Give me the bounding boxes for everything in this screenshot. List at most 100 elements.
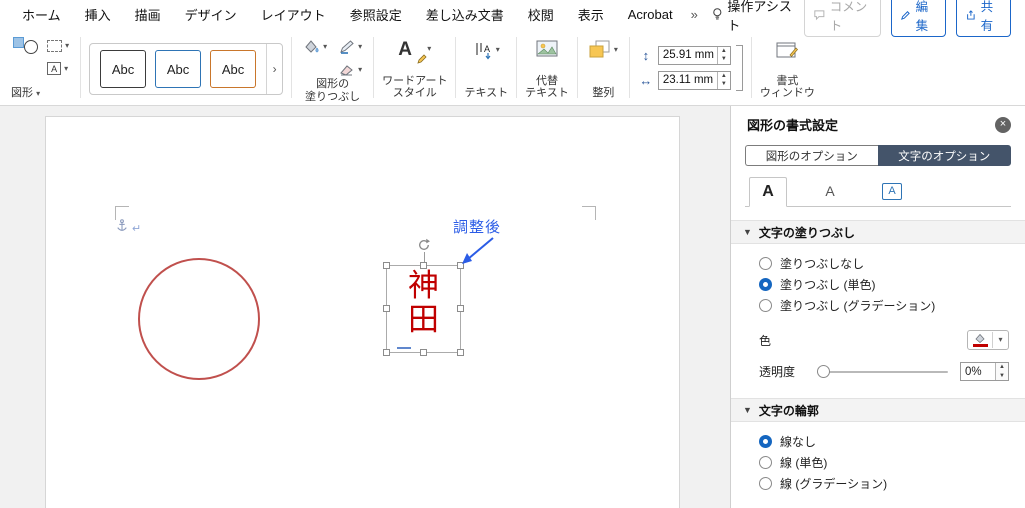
width-spinner[interactable]: ▲ ▼ bbox=[716, 71, 730, 89]
transparency-spinner[interactable]: ▲ ▼ bbox=[995, 363, 1008, 380]
red-circle-shape[interactable] bbox=[138, 258, 260, 380]
chevron-down-icon: ▾ bbox=[64, 63, 69, 73]
resize-handle-middle-right[interactable] bbox=[457, 305, 464, 312]
spinner-down-icon[interactable]: ▼ bbox=[718, 80, 730, 89]
text-fill-icon: A bbox=[762, 183, 774, 200]
arrange-button[interactable]: ▾ bbox=[586, 38, 621, 61]
menu-tab-view[interactable]: 表示 bbox=[566, 5, 616, 24]
text-fill-options: 塗りつぶしなし 塗りつぶし (単色) 塗りつぶし (グラデーション) bbox=[731, 244, 1025, 316]
rotation-handle-stem bbox=[423, 252, 425, 262]
tab-text-fill-outline[interactable]: A bbox=[749, 177, 787, 207]
height-icon: ↕ bbox=[642, 47, 650, 63]
text-box-button[interactable]: A ▾ bbox=[44, 60, 72, 77]
shape-width-value[interactable]: 23.11 mm bbox=[659, 72, 717, 89]
style-preset-1[interactable]: Abc bbox=[100, 50, 147, 88]
text-fill-section-title: 文字の塗りつぶし bbox=[758, 225, 856, 240]
fill-option-none[interactable]: 塗りつぶしなし bbox=[759, 253, 1025, 274]
text-fill-section-header[interactable]: ▼ 文字の塗りつぶし bbox=[731, 220, 1025, 244]
close-icon[interactable]: × bbox=[995, 116, 1011, 133]
tab-text-effects[interactable]: A bbox=[811, 176, 849, 206]
group-divider bbox=[576, 37, 578, 98]
selected-textbox[interactable]: 神 田 bbox=[383, 238, 464, 356]
transparency-slider[interactable] bbox=[817, 365, 948, 378]
menu-tab-draw[interactable]: 描画 bbox=[123, 5, 173, 24]
shape-fill-button[interactable]: ▾ bbox=[300, 37, 330, 56]
text-direction-button[interactable]: A ▾ bbox=[470, 38, 503, 62]
anchor-icon bbox=[117, 219, 127, 231]
menu-tab-layout[interactable]: レイアウト bbox=[249, 5, 338, 24]
resize-handle-bottom-middle[interactable] bbox=[419, 349, 427, 356]
menu-tab-review[interactable]: 校閲 bbox=[516, 5, 566, 24]
fill-option-solid[interactable]: 塗りつぶし (単色) bbox=[759, 274, 1025, 295]
rotation-handle[interactable] bbox=[417, 238, 431, 252]
pen-icon bbox=[340, 40, 354, 54]
radio-icon bbox=[759, 257, 772, 270]
menu-tab-insert[interactable]: 挿入 bbox=[73, 5, 123, 24]
selection-tool-button[interactable]: ▾ bbox=[44, 38, 72, 54]
format-shape-pane: 図形の書式設定 × 図形のオプション 文字のオプション A A A ▼ 文字の塗… bbox=[730, 106, 1025, 508]
slider-thumb[interactable] bbox=[817, 365, 830, 378]
spinner-up-icon[interactable]: ▲ bbox=[996, 363, 1008, 372]
resize-handle-middle-left[interactable] bbox=[383, 305, 390, 312]
insert-shape-button[interactable]: 図形 ▾ bbox=[11, 33, 40, 102]
tab-text-options[interactable]: 文字のオプション bbox=[877, 145, 1011, 166]
share-button[interactable]: 共有 bbox=[955, 0, 1011, 37]
shape-height-stepper[interactable]: 25.91 mm ▲ ▼ bbox=[657, 45, 731, 65]
text-outline-section-header[interactable]: ▼ 文字の輪郭 bbox=[731, 398, 1025, 422]
shape-style-gallery: Abc Abc Abc › bbox=[86, 32, 286, 103]
fill-color-picker-button[interactable]: ▾ bbox=[967, 330, 1009, 350]
spinner-down-icon[interactable]: ▼ bbox=[718, 55, 730, 64]
shape-height-value[interactable]: 25.91 mm bbox=[659, 47, 717, 64]
margin-crop-mark-left bbox=[115, 206, 129, 220]
group-divider bbox=[80, 37, 82, 98]
menu-tab-home[interactable]: ホーム bbox=[10, 5, 73, 24]
menu-overflow-chevron[interactable]: » bbox=[685, 7, 704, 22]
share-label: 共有 bbox=[980, 0, 994, 33]
menu-tab-references[interactable]: 参照設定 bbox=[338, 5, 414, 24]
outline-option-none[interactable]: 線なし bbox=[759, 431, 1025, 452]
format-window-button[interactable] bbox=[773, 38, 801, 61]
textbox-vertical-text[interactable]: 神 田 bbox=[387, 266, 460, 352]
slider-track[interactable] bbox=[817, 371, 948, 373]
chevron-down-icon: ▾ bbox=[358, 41, 363, 51]
transparency-value[interactable]: 0% bbox=[961, 363, 995, 380]
menu-tab-design[interactable]: デザイン bbox=[173, 5, 249, 24]
document-canvas[interactable]: ↵ 神 田 調整後 bbox=[0, 106, 730, 508]
gallery-expand-button[interactable]: › bbox=[266, 44, 282, 94]
tab-textbox-layout[interactable]: A bbox=[873, 176, 911, 206]
shape-outline-button[interactable]: ▾ bbox=[336, 37, 365, 56]
spinner-up-icon[interactable]: ▲ bbox=[718, 47, 730, 56]
outline-option-gradient[interactable]: 線 (グラデーション) bbox=[759, 473, 1025, 494]
shape-effects-button[interactable]: ▾ bbox=[336, 61, 365, 78]
height-spinner[interactable]: ▲ ▼ bbox=[716, 46, 730, 64]
style-preset-3[interactable]: Abc bbox=[210, 50, 257, 88]
resize-handle-bottom-left[interactable] bbox=[383, 349, 390, 356]
spinner-up-icon[interactable]: ▲ bbox=[718, 72, 730, 81]
spinner-down-icon[interactable]: ▼ bbox=[996, 372, 1008, 381]
text-outline-section-title: 文字の輪郭 bbox=[758, 403, 819, 418]
content-area: ↵ 神 田 調整後 図形の書式設定 × 図形のオプション 文字のオプション A … bbox=[0, 106, 1025, 508]
resize-handle-top-middle[interactable] bbox=[419, 262, 427, 269]
textbox-icon: A bbox=[47, 62, 62, 75]
resize-handle-top-left[interactable] bbox=[383, 262, 390, 269]
shape-width-stepper[interactable]: 23.11 mm ▲ ▼ bbox=[657, 70, 731, 90]
tab-shape-options[interactable]: 図形のオプション bbox=[745, 145, 878, 166]
outline-option-solid[interactable]: 線 (単色) bbox=[759, 452, 1025, 473]
fill-option-gradient[interactable]: 塗りつぶし (グラデーション) bbox=[759, 295, 1025, 316]
style-preset-2[interactable]: Abc bbox=[155, 50, 202, 88]
group-divider bbox=[373, 37, 375, 98]
rotate-icon bbox=[418, 238, 430, 250]
menu-tab-mailings[interactable]: 差し込み文書 bbox=[414, 5, 516, 24]
group-divider bbox=[516, 37, 518, 98]
shape-fill-group: ▾ ▾ ▾ 図形の 塗りつぶし bbox=[297, 32, 368, 103]
chevron-down-icon: ▾ bbox=[427, 44, 432, 53]
alt-text-button[interactable] bbox=[533, 38, 561, 60]
tell-me-assistant[interactable]: 操作アシスト bbox=[704, 0, 804, 34]
chevron-down-icon: ▾ bbox=[323, 41, 328, 51]
transparency-stepper[interactable]: 0% ▲ ▼ bbox=[960, 362, 1009, 381]
pencil-icon bbox=[900, 10, 910, 20]
resize-handle-bottom-right[interactable] bbox=[457, 349, 464, 356]
wordart-styles-button[interactable]: A ▾ bbox=[395, 33, 434, 65]
editing-mode-button[interactable]: 編集 bbox=[890, 0, 946, 37]
menu-tab-acrobat[interactable]: Acrobat bbox=[616, 7, 685, 22]
